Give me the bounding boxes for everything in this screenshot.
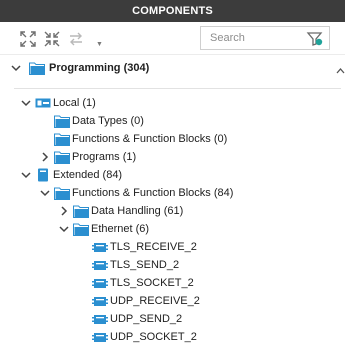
tree-node-label: TLS_RECEIVE_2 (110, 241, 197, 253)
search-box[interactable] (200, 26, 330, 50)
folder-icon (54, 187, 70, 200)
tree-leaf-function-block[interactable]: TLS_RECEIVE_2 (0, 238, 345, 256)
folder-icon (54, 151, 70, 164)
tree-node-label: Programming (304) (49, 62, 150, 74)
tree-node-ethernet[interactable]: Ethernet (6) (0, 220, 345, 238)
tree-node-label: Programs (1) (72, 151, 137, 163)
function-block-icon (92, 261, 108, 270)
chevron-right-icon[interactable] (59, 206, 69, 216)
panel-title: COMPONENTS (0, 0, 345, 22)
function-block-icon (92, 297, 108, 306)
tree-node-programming[interactable]: Programming (304) (0, 59, 345, 77)
filter-icon[interactable] (306, 30, 324, 48)
chevron-right-icon[interactable] (40, 152, 50, 162)
tree-leaf-function-block[interactable]: UDP_SOCKET_2 (0, 328, 345, 346)
dropdown-caret-icon[interactable]: ▼ (96, 41, 103, 48)
function-block-icon (92, 279, 108, 288)
tree-node-label: TLS_SOCKET_2 (110, 277, 194, 289)
tree-leaf-function-block[interactable]: UDP_SEND_2 (0, 310, 345, 328)
folder-icon (29, 62, 45, 75)
tree-node-label: Functions & Function Blocks (0) (72, 133, 228, 145)
tree-leaf-function-block[interactable]: TLS_SEND_2 (0, 256, 345, 274)
folder-icon (54, 115, 70, 128)
tree-node-local-functions[interactable]: Functions & Function Blocks (0) (0, 130, 345, 148)
link-icon[interactable] (67, 30, 85, 48)
tree-node-label: Extended (84) (53, 169, 123, 181)
chevron-down-icon[interactable] (21, 170, 31, 180)
tree-node-label: Ethernet (6) (91, 223, 150, 235)
book-icon (38, 168, 48, 182)
folder-icon (73, 205, 89, 218)
tree-node-label: UDP_SEND_2 (110, 313, 183, 325)
tree-node-label: Functions & Function Blocks (84) (72, 187, 234, 199)
tree-node-extended-functions[interactable]: Functions & Function Blocks (84) (0, 184, 345, 202)
tree-node-extended[interactable]: Extended (84) (0, 166, 345, 184)
search-input[interactable] (201, 27, 301, 49)
chevron-down-icon[interactable] (21, 98, 31, 108)
folder-icon (73, 223, 89, 236)
chevron-down-icon[interactable] (40, 188, 50, 198)
tree-node-label: TLS_SEND_2 (110, 259, 180, 271)
tree-node-data-handling[interactable]: Data Handling (61) (0, 202, 345, 220)
tree-node-local-programs[interactable]: Programs (1) (0, 148, 345, 166)
tree-node-label: Data Handling (61) (91, 205, 184, 217)
library-icon (35, 98, 51, 108)
chevron-down-icon[interactable] (11, 63, 21, 73)
function-block-icon (92, 243, 108, 252)
expand-all-icon[interactable] (19, 30, 37, 48)
tree-node-label: UDP_SOCKET_2 (110, 331, 197, 343)
chevron-down-icon[interactable] (59, 224, 69, 234)
tree-node-local-data-types[interactable]: Data Types (0) (0, 112, 345, 130)
tree-leaf-function-block[interactable]: TLS_SOCKET_2 (0, 274, 345, 292)
function-block-icon (92, 333, 108, 342)
component-tree: Programming (304) Local (1) Data Types (… (0, 55, 345, 347)
tree-node-label: Local (1) (53, 97, 96, 109)
divider (14, 88, 341, 89)
collapse-all-icon[interactable] (43, 30, 61, 48)
tree-node-label: UDP_RECEIVE_2 (110, 295, 200, 307)
toolbar: ▼ (0, 22, 345, 74)
folder-icon (54, 133, 70, 146)
function-block-icon (92, 315, 108, 324)
tree-leaf-function-block[interactable]: UDP_RECEIVE_2 (0, 292, 345, 310)
tree-node-local[interactable]: Local (1) (0, 94, 345, 112)
tree-node-label: Data Types (0) (72, 115, 144, 127)
